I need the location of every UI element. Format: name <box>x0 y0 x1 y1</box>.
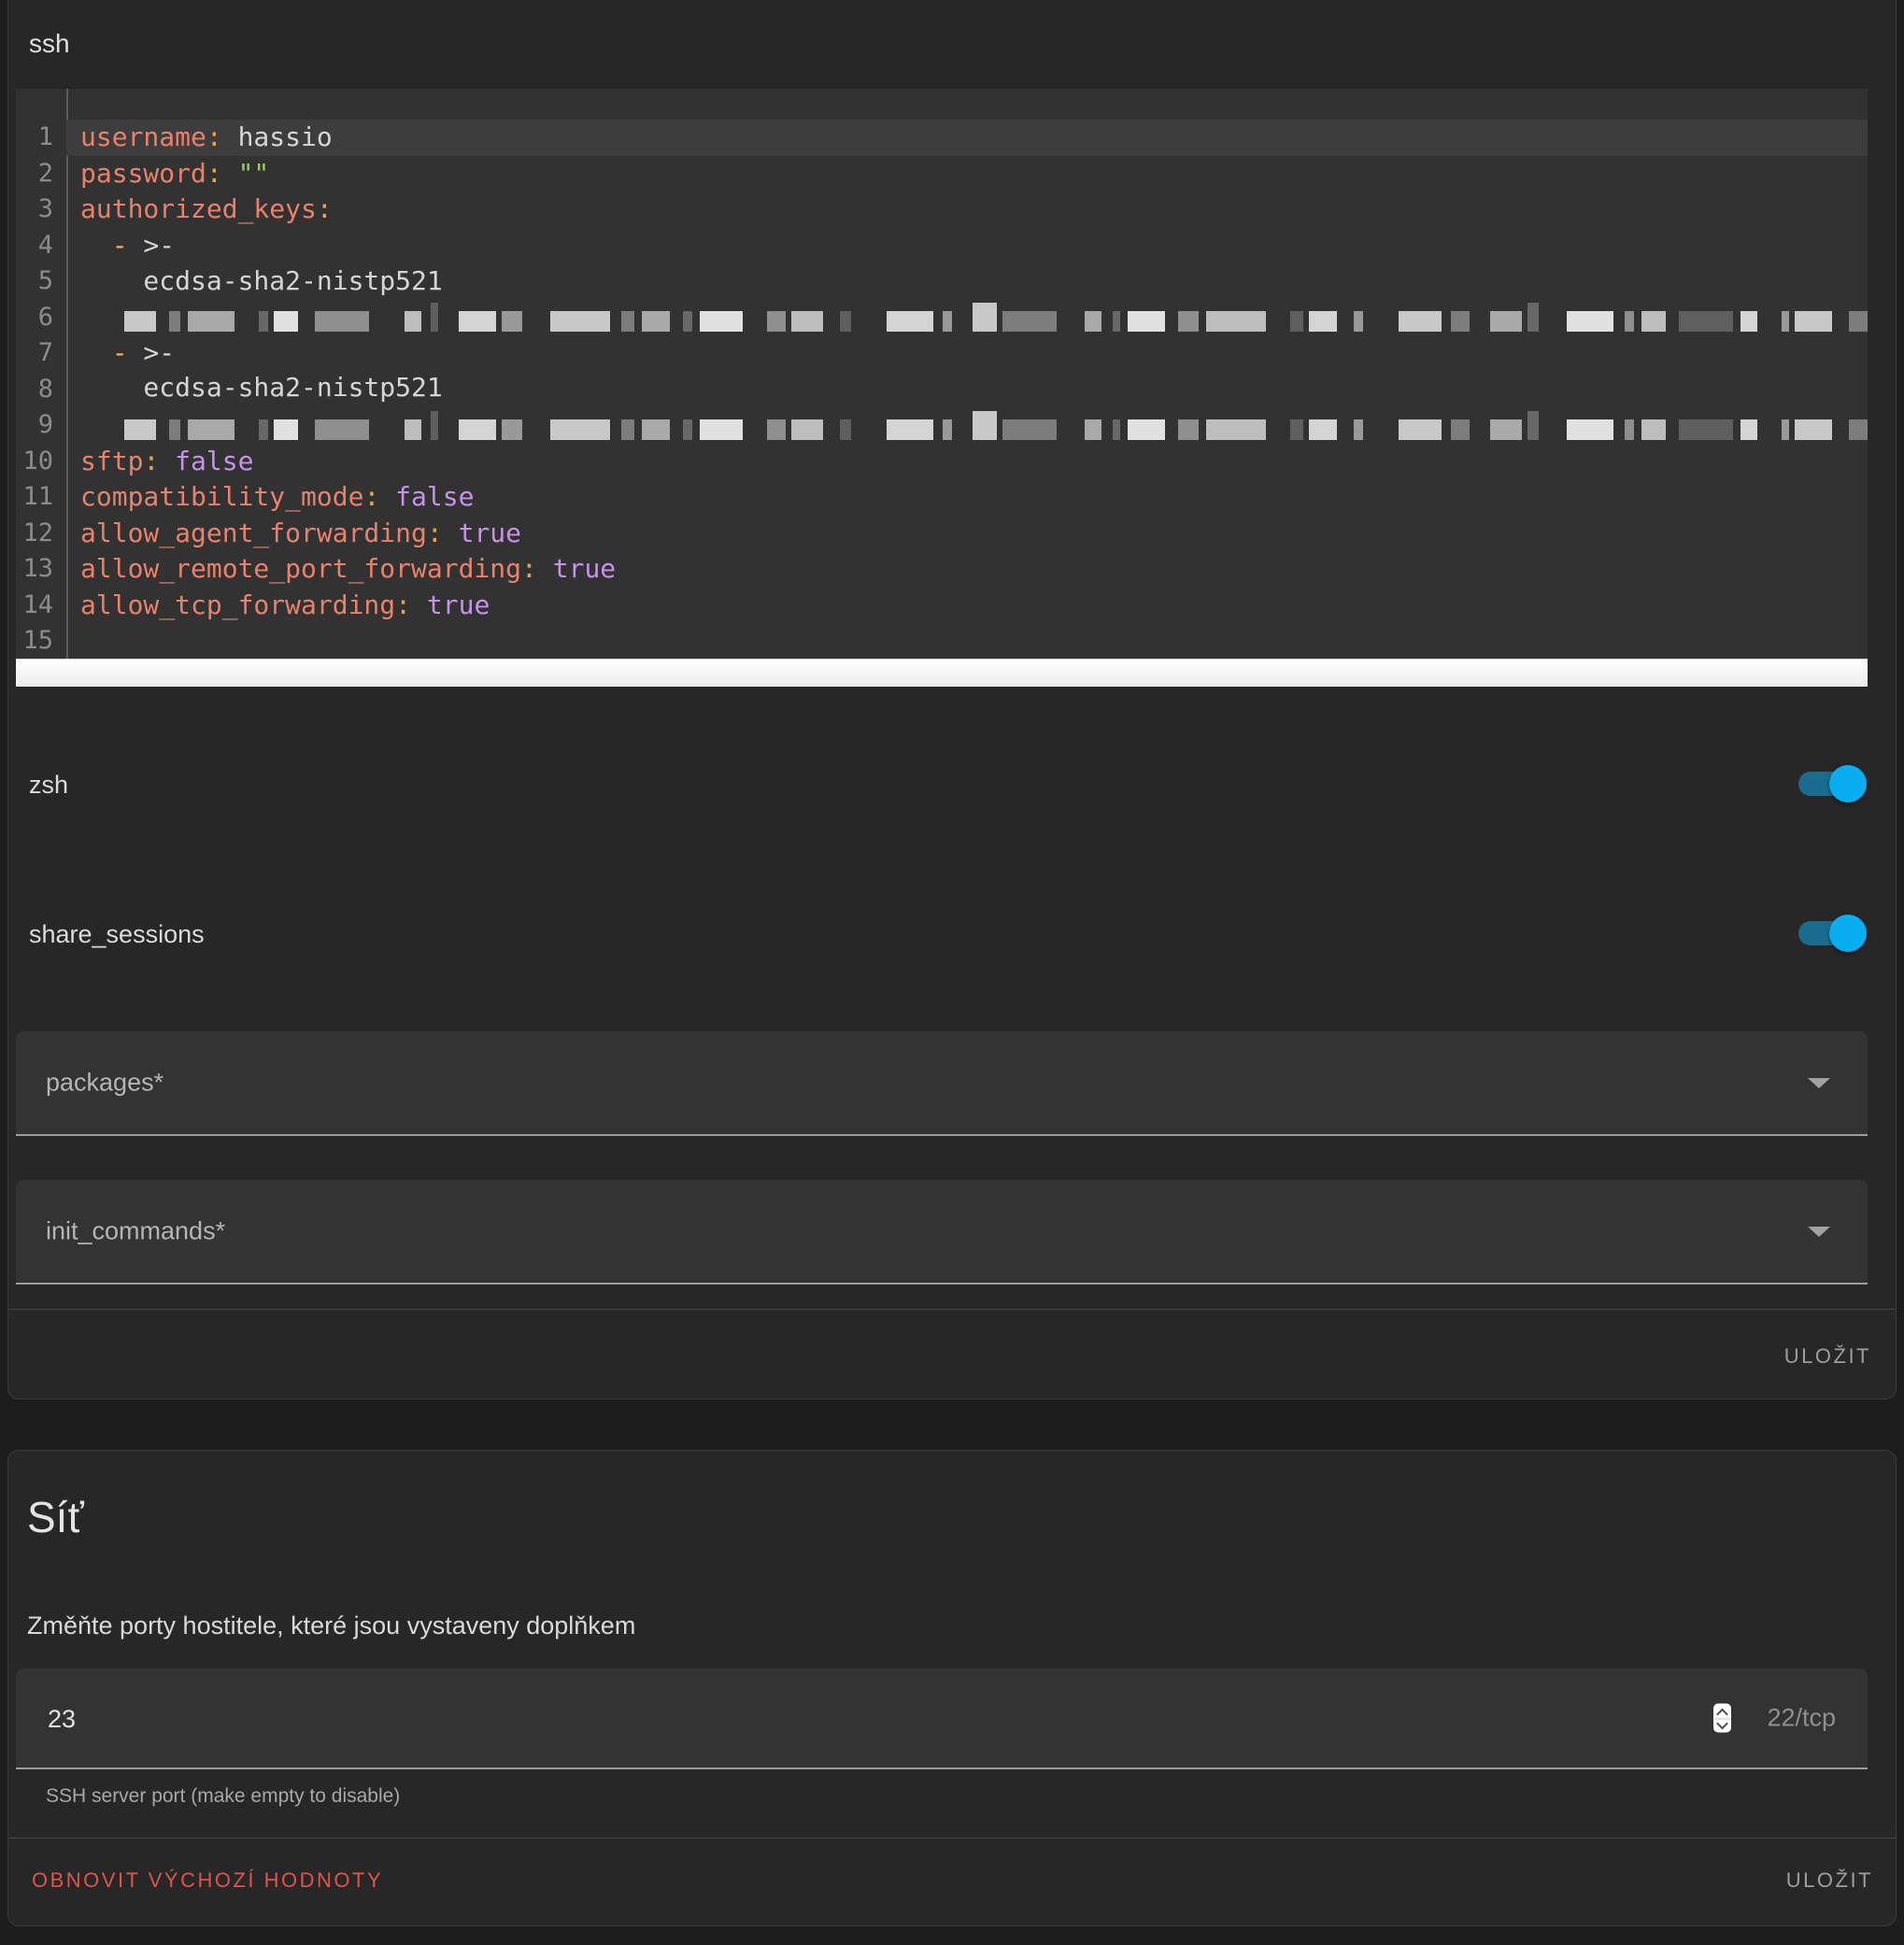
line-number: 14 <box>16 588 66 624</box>
code-line[interactable]: 11compatibility_mode: false <box>16 479 1868 516</box>
code-line[interactable]: 4 - >- <box>16 228 1868 264</box>
save-button[interactable]: ULOŽIT <box>1784 1344 1871 1369</box>
line-number: 1 <box>16 120 66 156</box>
code-text <box>66 407 1868 444</box>
line-number: 12 <box>16 516 66 552</box>
code-text: password: "" <box>66 156 1868 192</box>
packages-select-label: packages* <box>46 1069 163 1098</box>
port-helper-text: SSH server port (make empty to disable) <box>46 1785 400 1808</box>
code-line[interactable]: 1username: hassio <box>16 120 1868 156</box>
port-suffix-label: 22/tcp <box>1767 1704 1836 1733</box>
line-number: 4 <box>16 228 66 264</box>
port-stepper[interactable] <box>1713 1704 1731 1733</box>
code-text: username: hassio <box>66 120 1868 156</box>
line-number: 2 <box>16 156 66 192</box>
code-line[interactable]: 7 - >- <box>16 335 1868 372</box>
code-line[interactable]: 6 <box>16 300 1868 336</box>
code-text: ecdsa-sha2-nistp521 <box>66 372 1868 408</box>
zsh-label: zsh <box>29 771 68 800</box>
divider <box>8 1838 1896 1839</box>
line-number: 10 <box>16 444 66 480</box>
code-text <box>66 300 1868 336</box>
network-card: Síť Změňte porty hostitele, které jsou v… <box>7 1450 1897 1926</box>
zsh-toggle[interactable] <box>1798 761 1864 806</box>
line-number: 11 <box>16 479 66 516</box>
redacted-key-blocks <box>124 411 1868 440</box>
port-input[interactable] <box>46 1668 423 1769</box>
code-text: - >- <box>66 335 1868 372</box>
code-line[interactable]: 10sftp: false <box>16 444 1868 480</box>
code-line[interactable]: 2password: "" <box>16 156 1868 192</box>
share-sessions-label: share_sessions <box>29 920 205 949</box>
ssh-config-card: ssh 1username: hassio2password: ""3autho… <box>7 0 1897 1399</box>
line-number: 3 <box>16 192 66 228</box>
chevron-down-icon <box>1808 1078 1830 1088</box>
code-text: - >- <box>66 228 1868 264</box>
code-line[interactable]: 13allow_remote_port_forwarding: true <box>16 551 1868 588</box>
code-text: authorized_keys: <box>66 192 1868 228</box>
code-line[interactable]: 15 <box>16 623 1868 660</box>
code-line[interactable]: 12allow_agent_forwarding: true <box>16 516 1868 552</box>
divider <box>8 1309 1896 1310</box>
code-text: allow_remote_port_forwarding: true <box>66 551 1868 588</box>
toggle-thumb <box>1829 915 1867 952</box>
yaml-editor[interactable]: 1username: hassio2password: ""3authorize… <box>16 89 1868 660</box>
code-text: allow_agent_forwarding: true <box>66 516 1868 552</box>
save-button[interactable]: ULOŽIT <box>1786 1868 1873 1893</box>
share-sessions-toggle[interactable] <box>1798 911 1864 956</box>
code-text: sftp: false <box>66 444 1868 480</box>
line-number: 7 <box>16 335 66 372</box>
editor-horizontal-scrollbar[interactable] <box>16 659 1868 687</box>
code-line[interactable]: 8 ecdsa-sha2-nistp521 <box>16 372 1868 408</box>
code-line[interactable]: 3authorized_keys: <box>16 192 1868 228</box>
line-number: 13 <box>16 551 66 588</box>
code-line[interactable]: 14allow_tcp_forwarding: true <box>16 588 1868 624</box>
code-text: compatibility_mode: false <box>66 479 1868 516</box>
network-section-subtitle: Změňte porty hostitele, které jsou vysta… <box>27 1611 635 1640</box>
init-commands-select[interactable]: init_commands* <box>16 1180 1868 1285</box>
toggle-thumb <box>1829 765 1867 802</box>
packages-select[interactable]: packages* <box>16 1031 1868 1136</box>
line-number: 9 <box>16 407 66 444</box>
editor-lines: 1username: hassio2password: ""3authorize… <box>16 120 1868 660</box>
line-number: 5 <box>16 263 66 300</box>
code-text: allow_tcp_forwarding: true <box>66 588 1868 624</box>
network-section-title: Síť <box>27 1492 84 1542</box>
redacted-key-blocks <box>124 303 1868 332</box>
reset-defaults-button[interactable]: OBNOVIT VÝCHOZÍ HODNOTY <box>32 1868 383 1893</box>
line-number: 6 <box>16 300 66 336</box>
code-text: ecdsa-sha2-nistp521 <box>66 263 1868 300</box>
line-number: 15 <box>16 623 66 660</box>
init-commands-select-label: init_commands* <box>46 1217 225 1246</box>
code-line[interactable]: 5 ecdsa-sha2-nistp521 <box>16 263 1868 300</box>
ssh-field-label: ssh <box>29 29 70 59</box>
code-line[interactable]: 9 <box>16 407 1868 444</box>
chevron-down-icon <box>1808 1227 1830 1237</box>
ssh-port-field: 22/tcp <box>16 1668 1868 1769</box>
line-number: 8 <box>16 372 66 408</box>
code-text <box>66 623 1868 660</box>
stepper-down-icon[interactable] <box>1716 1718 1728 1730</box>
